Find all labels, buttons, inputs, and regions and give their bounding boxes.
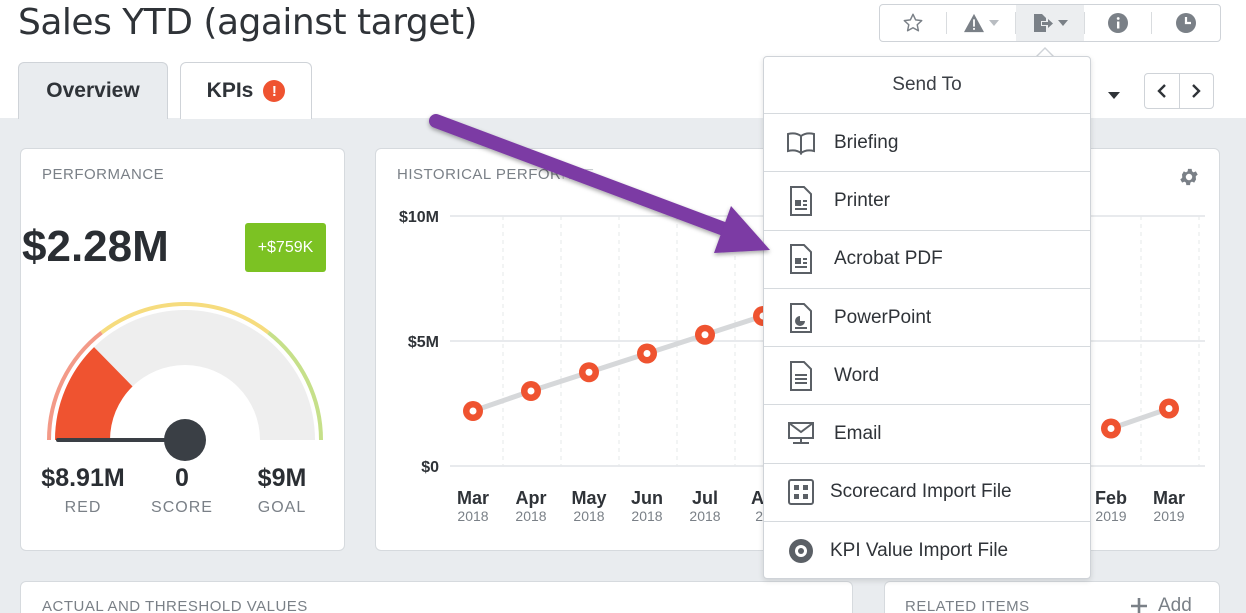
info-icon (1108, 13, 1128, 33)
performance-value: $2.28M (22, 222, 169, 271)
x-tick-month: Feb (1095, 488, 1127, 508)
stat-goal: $9M GOAL (244, 464, 320, 517)
toolbar (879, 4, 1221, 42)
item-label: PowerPoint (834, 306, 932, 328)
x-tick-month: May (571, 488, 606, 508)
item-label: Scorecard Import File (830, 481, 1012, 503)
star-icon (903, 13, 923, 32)
previous-period-button[interactable] (1145, 74, 1179, 108)
actual-threshold-title: ACTUAL AND THRESHOLD VALUES (42, 598, 308, 613)
item-label: Word (834, 364, 880, 386)
data-point-center (527, 387, 535, 395)
item-label: Briefing (834, 131, 899, 153)
stat-label: RED (64, 499, 102, 516)
send-to-email[interactable]: Email (764, 405, 1090, 464)
data-point-center (701, 331, 709, 339)
x-tick-month: Mar (1153, 488, 1185, 508)
send-to-printer[interactable]: Printer (764, 172, 1090, 231)
stat-red: $8.91M RED (36, 464, 130, 517)
item-label: Email (834, 423, 882, 445)
export-button[interactable] (1016, 5, 1084, 41)
gauge-hub (164, 419, 206, 461)
chevron-down-icon (1058, 20, 1068, 26)
powerpoint-document-icon (786, 302, 816, 333)
send-to-briefing[interactable]: Briefing (764, 114, 1090, 173)
x-tick-year: 2019 (1095, 508, 1126, 524)
clock-icon (1176, 13, 1196, 33)
send-to-word[interactable]: Word (764, 347, 1090, 406)
data-point-center (469, 407, 477, 415)
stat-value: $9M (257, 464, 307, 492)
x-tick-month: Mar (457, 488, 489, 508)
tab-overview[interactable]: Overview (18, 62, 168, 119)
send-to-acrobat-pdf[interactable]: Acrobat PDF (764, 231, 1090, 289)
x-tick-year: 2018 (515, 508, 546, 524)
favorite-button[interactable] (880, 5, 946, 41)
x-tick-year: 2018 (573, 508, 604, 524)
chevron-left-icon (1157, 84, 1166, 98)
delta-badge: +$759K (245, 223, 326, 272)
history-button[interactable] (1152, 5, 1220, 41)
info-button[interactable] (1085, 5, 1151, 41)
stat-score: 0 SCORE (148, 464, 216, 517)
series-line (472, 313, 764, 414)
document-icon (786, 185, 816, 216)
send-to-kpi-value-import-file[interactable]: KPI Value Import File (764, 522, 1090, 580)
y-tick-label: $10M (399, 209, 439, 226)
x-tick-year: 2018 (457, 508, 488, 524)
x-tick-year: 2019 (1153, 508, 1184, 524)
item-label: Printer (834, 189, 890, 211)
send-to-scorecard-import-file[interactable]: Scorecard Import File (764, 464, 1090, 523)
page-title: Sales YTD (against target) (18, 2, 478, 43)
stat-value: $8.91M (41, 464, 125, 492)
plus-icon (1131, 598, 1147, 613)
y-tick-label: $5M (408, 334, 439, 351)
send-to-powerpoint[interactable]: PowerPoint (764, 289, 1090, 348)
tab-label: KPIs (206, 79, 254, 102)
x-tick-month: Jun (631, 488, 663, 508)
period-dropdown[interactable] (1108, 87, 1120, 105)
item-label: Acrobat PDF (834, 248, 943, 270)
document-icon (786, 244, 816, 275)
x-tick-month: Apr (516, 488, 547, 508)
y-tick-label: $0 (421, 459, 439, 476)
stat-label: GOAL (257, 499, 307, 516)
data-point-center (1165, 405, 1173, 412)
add-related-button[interactable]: Add (1130, 595, 1192, 613)
performance-gauge (47, 302, 323, 461)
stat-value: 0 (175, 464, 189, 492)
next-period-button[interactable] (1180, 74, 1214, 108)
send-to-dropdown: Send To Briefing Printer Acrobat PDF Pow… (763, 56, 1091, 579)
email-icon (786, 419, 816, 449)
circle-target-icon (786, 536, 816, 566)
alerts-button[interactable] (947, 5, 1015, 41)
x-tick-year: 2018 (631, 508, 662, 524)
export-icon (1034, 14, 1053, 32)
period-pager (1144, 73, 1214, 109)
item-label: KPI Value Import File (830, 540, 1009, 562)
warning-icon (964, 13, 984, 33)
related-items-title: RELATED ITEMS (905, 598, 1030, 613)
chevron-down-icon (1108, 92, 1120, 99)
data-point-center (1107, 425, 1115, 432)
x-tick-year: 2018 (689, 508, 720, 524)
document-icon (786, 360, 816, 391)
add-label: Add (1158, 595, 1192, 613)
book-icon (786, 128, 816, 158)
performance-title: PERFORMANCE (42, 166, 165, 183)
alert-badge: ! (263, 80, 286, 102)
dropdown-header: Send To (764, 57, 1090, 114)
data-point-center (585, 368, 593, 376)
x-tick-month: Jul (692, 488, 718, 508)
data-point-center (643, 350, 651, 357)
chevron-right-icon (1192, 84, 1201, 98)
tab-kpis[interactable]: KPIs ! (180, 62, 312, 119)
chevron-down-icon (989, 20, 999, 26)
tab-label: Overview (46, 79, 140, 102)
stat-label: SCORE (151, 499, 213, 516)
scorecard-icon (786, 477, 816, 507)
